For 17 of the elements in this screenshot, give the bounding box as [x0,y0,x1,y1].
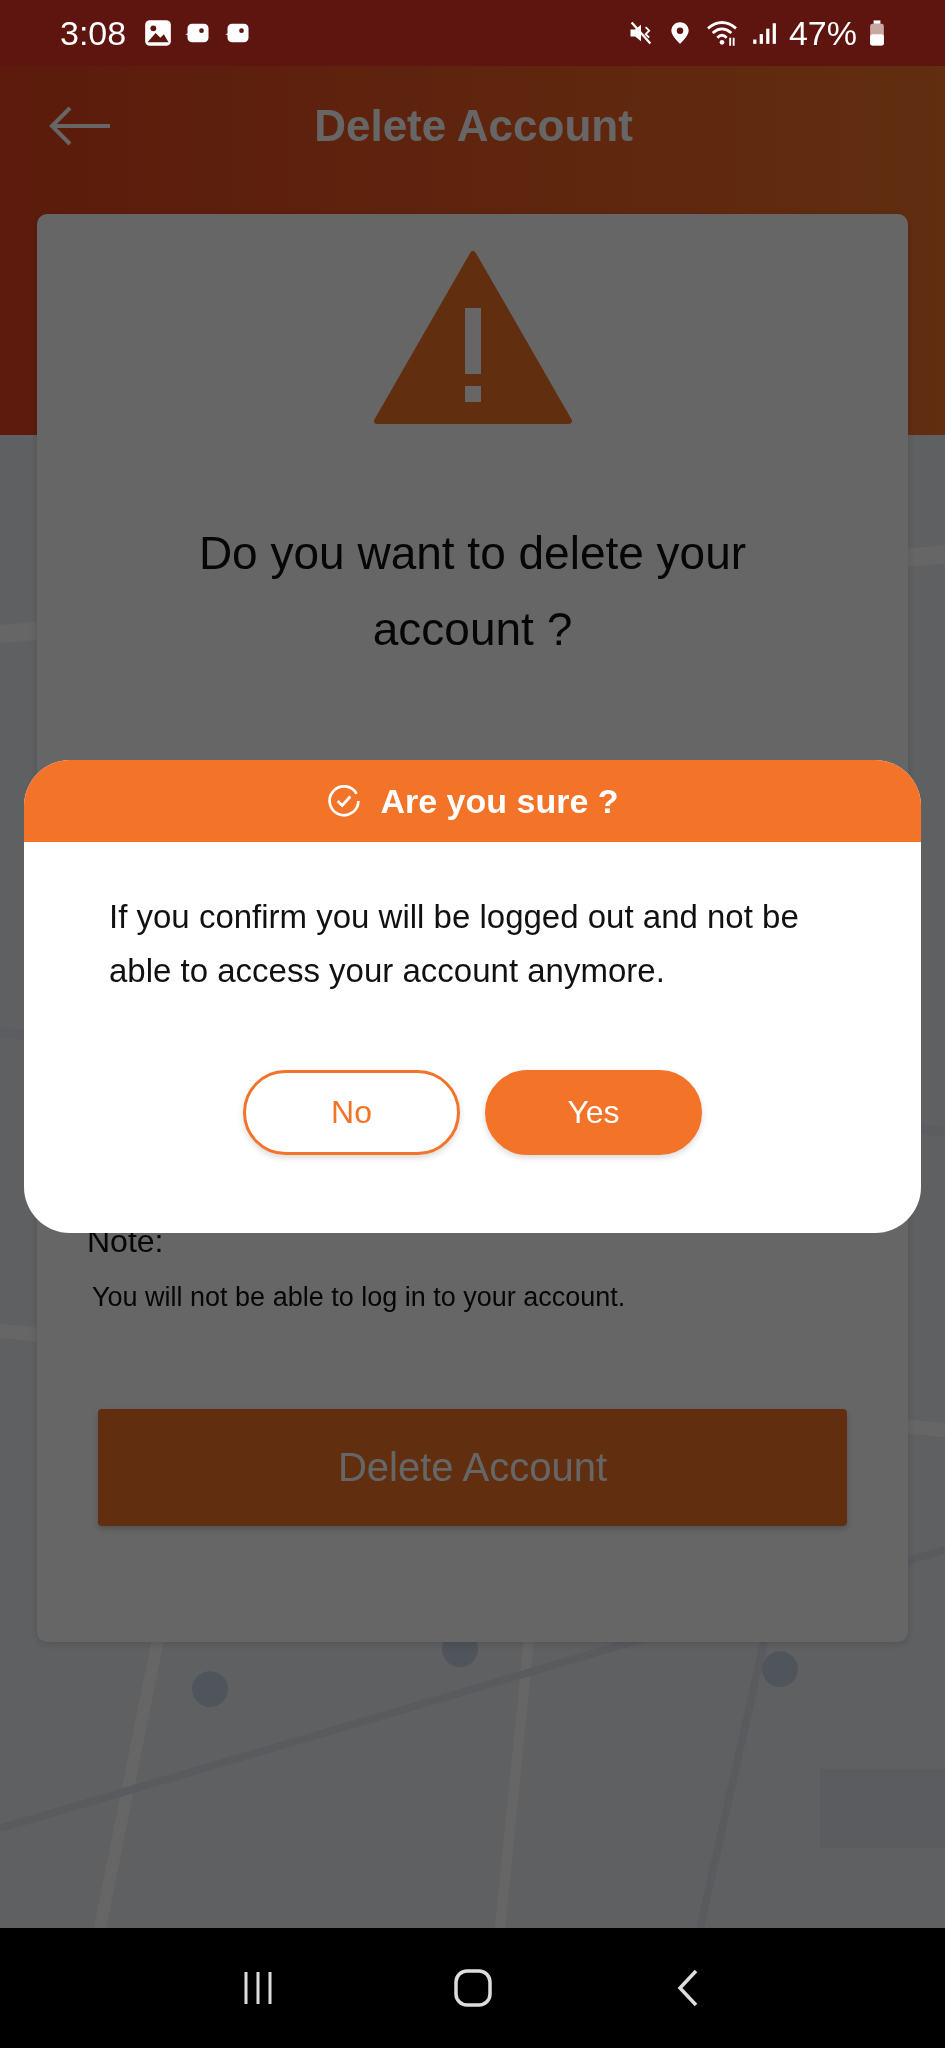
warning-icon [372,250,573,425]
dialog-title: Are you sure ? [380,781,619,821]
battery-percentage: 47% [788,13,857,53]
note-label: Note: [87,1223,164,1260]
question-text: Do you want to delete your account ? [197,526,748,657]
battery-icon [869,19,885,47]
yes-button[interactable]: Yes [485,1070,702,1155]
check-circle-icon [326,783,363,819]
note-text: You will not be able to log in to your account. [92,1282,626,1313]
gallery-icon [144,19,173,47]
status-time: 3:08 [60,13,127,53]
page-title: Delete Account [313,101,634,151]
delete-account-button[interactable]: Delete Account [98,1409,847,1526]
dialog-message: If you confirm you will be logged out and not be able to access your account anymore. [109,897,800,991]
wifi-icon [704,19,739,47]
home-icon[interactable] [452,1968,493,2008]
no-button[interactable]: No [243,1070,460,1155]
